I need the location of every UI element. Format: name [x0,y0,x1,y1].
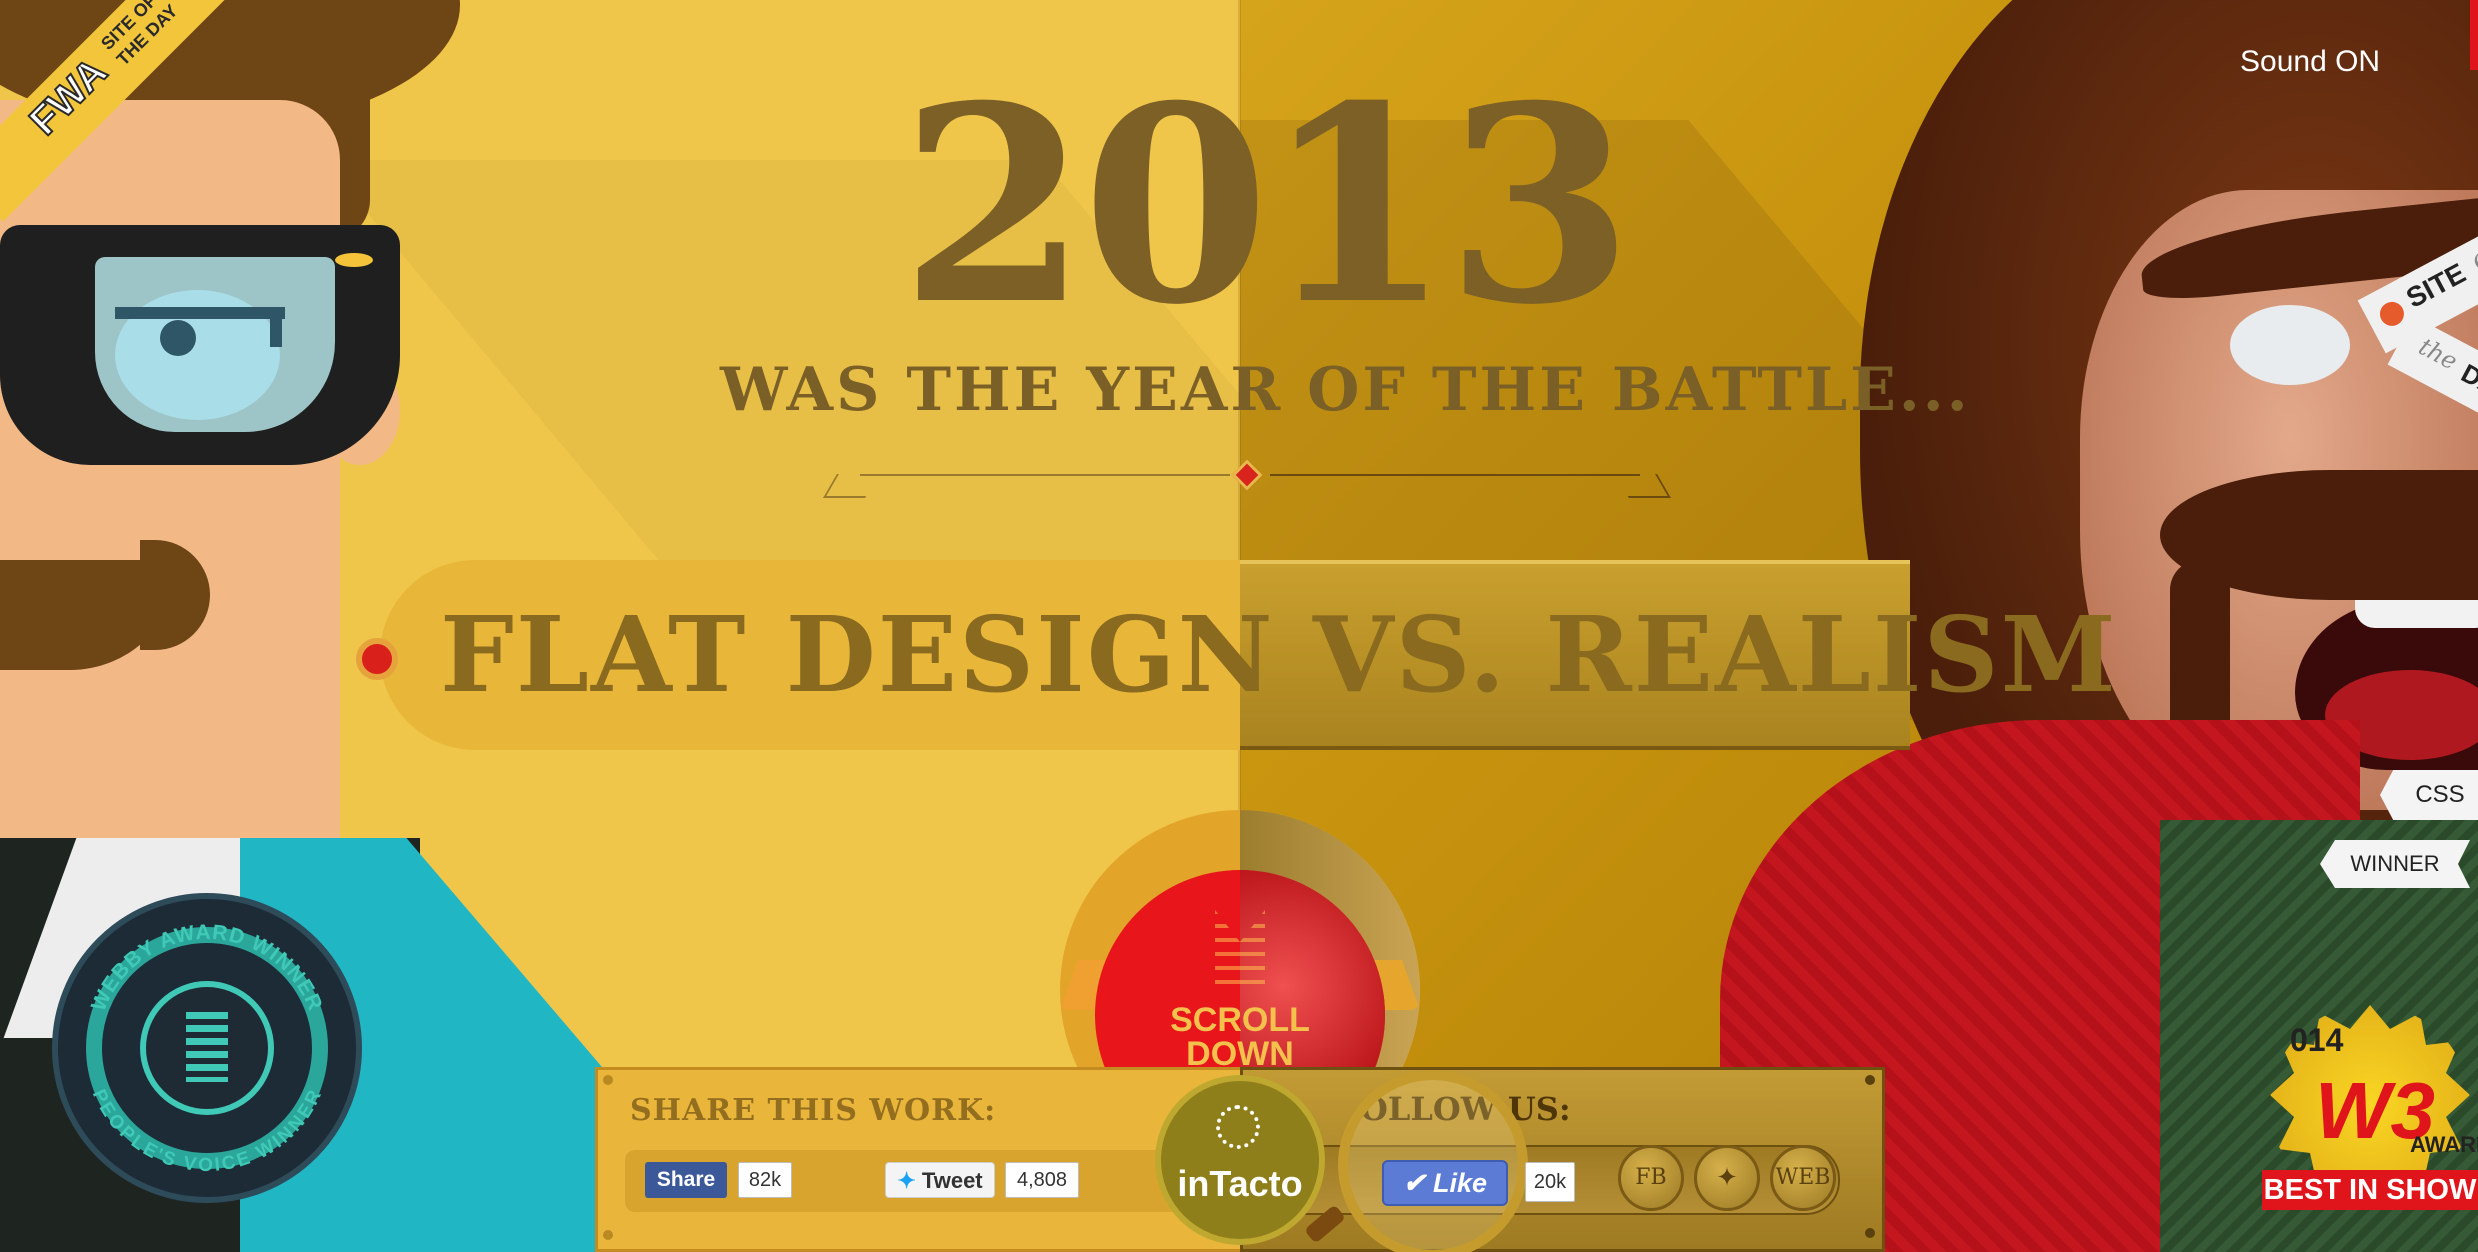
css-label: CSS [2415,781,2465,808]
tweet-label: Tweet [921,1168,983,1193]
w3-year: 014 [2290,1022,2344,1058]
logo-icon [2375,297,2409,331]
checkmark-icon: ✔ [1402,1168,1426,1198]
like-count: 20k [1525,1162,1575,1202]
svg-text:WEBBY AWARD WINNER: WEBBY AWARD WINNER [87,921,327,1015]
flat-face [0,100,340,840]
webby-award-badge[interactable]: WEBBY AWARD WINNER PEOPLE'S VOICE WINNER [52,893,362,1203]
red-dot-icon [356,638,398,680]
winner-label: WINNER [2350,851,2440,876]
battle-hero: FWA SITE OF THE DAY WEBBY AWARD WINNER P… [0,0,2478,1252]
webby-top-text: WEBBY AWARD WINNER [87,921,326,1015]
scroll-label-line2: DOWN [1186,1035,1294,1073]
css-award-tag[interactable]: CSS [2380,770,2478,820]
flat-glasses [0,225,400,465]
follow-web-button[interactable]: WEB [1770,1145,1836,1211]
year-text: 2013 [900,46,1633,364]
main-headline: FLAT DESIGN VS. REALISM [440,593,2118,716]
scroll-label-line1: SCROLL [1170,1001,1310,1039]
svg-text:PEOPLE'S VOICE WINNER: PEOPLE'S VOICE WINNER [88,1086,326,1176]
intacto-logo[interactable]: inTacto [1155,1075,1325,1245]
w3-awards-label: AWARDS [2410,1132,2478,1157]
facebook-like-button[interactable]: ✔ Like [1382,1160,1508,1206]
sound-toggle[interactable]: Sound ON [2240,45,2380,79]
tweet-button[interactable]: ✦ Tweet [885,1162,995,1198]
w3-best-in-show: BEST IN SHOW [2262,1170,2478,1210]
sotd-day: DAY [2456,357,2478,409]
sotd-of: of [2466,237,2478,276]
twitter-bird-icon: ✦ [897,1168,916,1193]
twitter-bird-icon: ✦ [1716,1163,1738,1193]
scroll-down-label[interactable]: SCROLL DOWN [1140,1003,1340,1071]
battle-subtitle: WAS THE YEAR OF THE BATTLE... [720,355,1971,425]
follow-facebook-button[interactable]: FB [1618,1145,1684,1211]
sotd-the: the [2414,332,2463,376]
share-label: SHARE THIS WORK: [630,1093,997,1128]
winner-tag: WINNER [2320,840,2470,888]
realism-eye [2230,305,2350,385]
like-label: Like [1433,1168,1488,1198]
follow-twitter-button[interactable]: ✦ [1694,1145,1760,1211]
facebook-share-count: 82k [738,1162,792,1198]
facebook-share-button[interactable]: Share [645,1162,727,1198]
year-heading: 2013 [900,70,1633,340]
intacto-name: inTacto [1177,1163,1303,1204]
loading-spinner-icon [1216,1105,1260,1149]
tweet-count: 4,808 [1005,1162,1079,1198]
ornament-divider [823,459,1671,504]
webby-bottom-text: PEOPLE'S VOICE WINNER [88,1086,325,1176]
